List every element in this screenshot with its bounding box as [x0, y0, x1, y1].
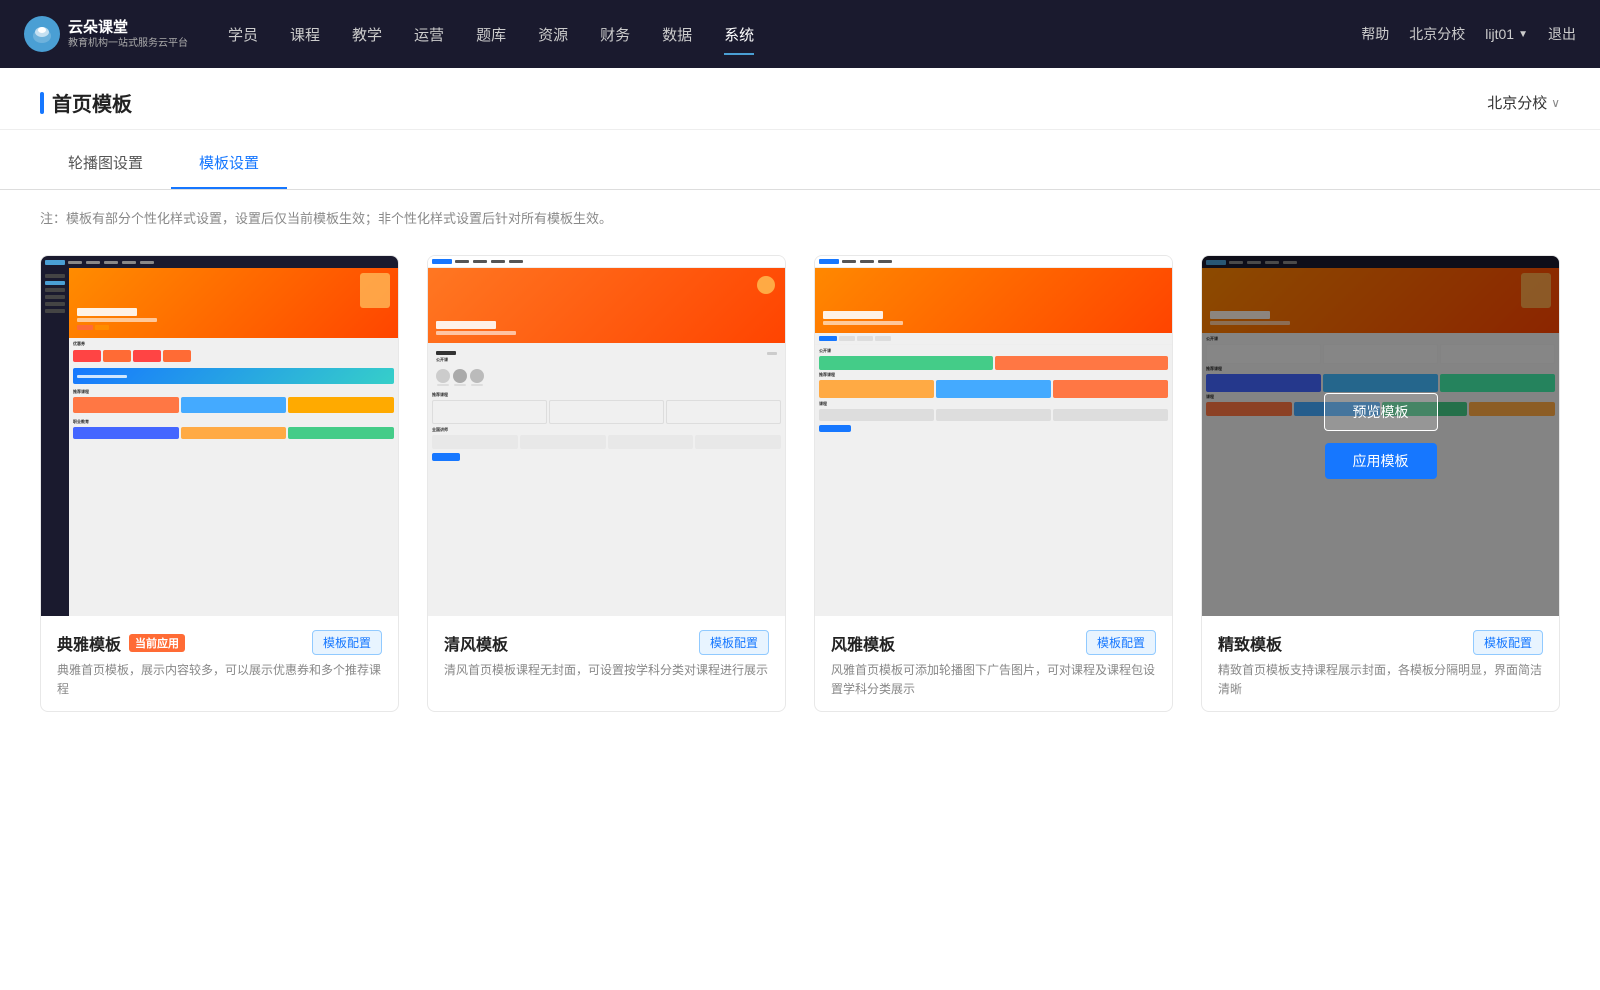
template-preview-jingzhi: 公开课 推荐课程 课程	[1202, 256, 1559, 616]
template-footer-dianyi: 典雅模板 当前应用 模板配置 典雅首页模板，展示内容较多，可以展示优惠券和多个推…	[41, 616, 398, 711]
user-menu[interactable]: lijt01 ▼	[1485, 26, 1528, 42]
user-dropdown-arrow: ▼	[1518, 29, 1528, 40]
nav-right: 帮助 北京分校 lijt01 ▼ 退出	[1361, 24, 1576, 44]
logo[interactable]: 云朵课堂 教育机构一站式服务云平台	[24, 16, 188, 52]
nav-kecheng[interactable]: 课程	[290, 18, 320, 51]
template-desc-jingzhi: 精致首页模板支持课程展示封面，各模板分隔明显，界面简洁清晰	[1218, 661, 1543, 699]
template-name-qingfeng: 清风模板	[444, 631, 508, 655]
template-preview-fengya: 公开课 推荐课程 课程	[815, 256, 1172, 616]
config-btn-dianyi[interactable]: 模板配置	[312, 630, 382, 655]
nav-tiku[interactable]: 题库	[476, 18, 506, 51]
template-footer-jingzhi: 精致模板 模板配置 精致首页模板支持课程展示封面，各模板分隔明显，界面简洁清晰	[1202, 616, 1559, 711]
templates-grid: 优惠券	[0, 227, 1600, 752]
help-link[interactable]: 帮助	[1361, 24, 1389, 44]
title-bar-decoration	[40, 92, 44, 114]
page-title: 首页模板	[40, 88, 132, 117]
note-text: 注：模板有部分个性化样式设置，设置后仅当前模板生效；非个性化样式设置后针对所有模…	[0, 190, 1600, 227]
branch-dropdown-arrow: ∨	[1551, 96, 1560, 110]
apply-btn-jingzhi[interactable]: 应用模板	[1325, 443, 1437, 479]
template-preview-dianyi: 优惠券	[41, 256, 398, 616]
nav-menu: 学员 课程 教学 运营 题库 资源 财务 数据 系统	[228, 18, 1361, 51]
nav-xitong[interactable]: 系统	[724, 18, 754, 51]
tab-carousel[interactable]: 轮播图设置	[40, 138, 171, 189]
nav-shuju[interactable]: 数据	[662, 18, 692, 51]
template-desc-qingfeng: 清风首页模板课程无封面，可设置按学科分类对课程进行展示	[444, 661, 769, 680]
logo-icon	[24, 16, 60, 52]
template-card-dianyi[interactable]: 优惠券	[40, 255, 399, 712]
template-desc-dianyi: 典雅首页模板，展示内容较多，可以展示优惠券和多个推荐课程	[57, 661, 382, 699]
nav-jiaoxue[interactable]: 教学	[352, 18, 382, 51]
template-overlay-btns-jingzhi: 预览模板 应用模板	[1324, 393, 1438, 479]
logout-link[interactable]: 退出	[1548, 24, 1576, 44]
template-name-dianyi: 典雅模板 当前应用	[57, 631, 185, 655]
current-badge-dianyi: 当前应用	[129, 634, 185, 652]
template-footer-qingfeng: 清风模板 模板配置 清风首页模板课程无封面，可设置按学科分类对课程进行展示	[428, 616, 785, 692]
config-btn-jingzhi[interactable]: 模板配置	[1473, 630, 1543, 655]
tabs-bar: 轮播图设置 模板设置	[0, 138, 1600, 190]
template-card-fengya[interactable]: 公开课 推荐课程 课程	[814, 255, 1173, 712]
nav-yunying[interactable]: 运营	[414, 18, 444, 51]
template-preview-qingfeng: 公开课	[428, 256, 785, 616]
logo-text: 云朵课堂 教育机构一站式服务云平台	[68, 18, 188, 51]
template-desc-fengya: 风雅首页模板可添加轮播图下广告图片，可对课程及课程包设置学科分类展示	[831, 661, 1156, 699]
nav-caiwu[interactable]: 财务	[600, 18, 630, 51]
navbar: 云朵课堂 教育机构一站式服务云平台 学员 课程 教学 运营 题库 资源 财务 数…	[0, 0, 1600, 68]
nav-xueyuan[interactable]: 学员	[228, 18, 258, 51]
page-header: 首页模板 北京分校 ∨	[0, 68, 1600, 130]
config-btn-fengya[interactable]: 模板配置	[1086, 630, 1156, 655]
tab-template[interactable]: 模板设置	[171, 138, 287, 189]
template-footer-fengya: 风雅模板 模板配置 风雅首页模板可添加轮播图下广告图片，可对课程及课程包设置学科…	[815, 616, 1172, 711]
config-btn-qingfeng[interactable]: 模板配置	[699, 630, 769, 655]
nav-ziyuan[interactable]: 资源	[538, 18, 568, 51]
preview-btn-jingzhi[interactable]: 预览模板	[1324, 393, 1438, 431]
template-name-fengya: 风雅模板	[831, 631, 895, 655]
branch-link[interactable]: 北京分校	[1409, 24, 1465, 44]
template-card-qingfeng[interactable]: 公开课	[427, 255, 786, 712]
template-card-jingzhi[interactable]: 公开课 推荐课程 课程	[1201, 255, 1560, 712]
template-name-jingzhi: 精致模板	[1218, 631, 1282, 655]
branch-selector[interactable]: 北京分校 ∨	[1487, 92, 1560, 113]
page-content: 首页模板 北京分校 ∨ 轮播图设置 模板设置 注：模板有部分个性化样式设置，设置…	[0, 68, 1600, 990]
